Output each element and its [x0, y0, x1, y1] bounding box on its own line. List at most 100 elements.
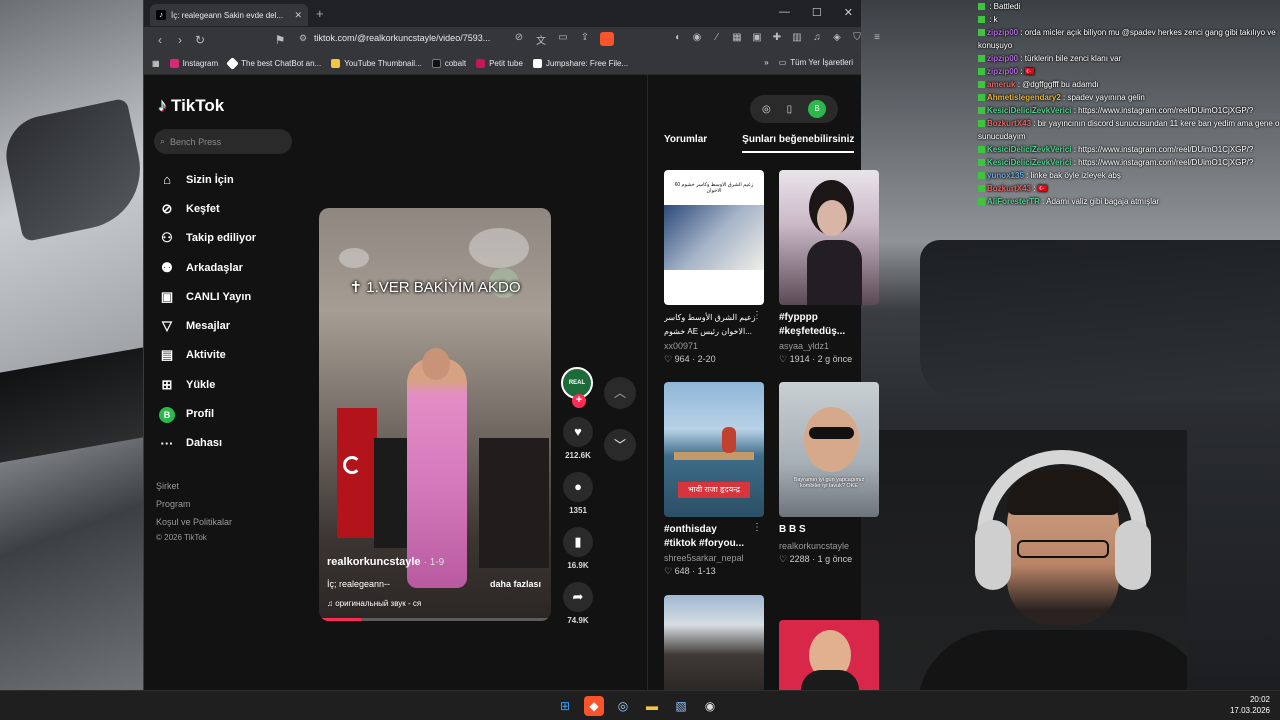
tab-comments[interactable]: Yorumlar: [664, 134, 707, 153]
reload-button[interactable]: ↻: [190, 33, 210, 47]
avatar[interactable]: B: [808, 100, 827, 118]
sidebar-item-for-you[interactable]: ⌂ Sizin İçin: [158, 165, 256, 194]
windows-start-icon[interactable]: ⊞: [555, 696, 575, 716]
video-card[interactable]: #fypppp #keşfetedüş... asyaa_yldz1 ♡ 191…: [779, 170, 879, 365]
background-left: [0, 0, 152, 690]
bookmark-chatbot[interactable]: The best ChatBot an...: [226, 57, 321, 70]
obs-icon[interactable]: ◉: [700, 696, 720, 716]
terms-link[interactable]: Koşul ve Politikalar: [156, 513, 232, 531]
sidebar-item-upload[interactable]: ⊞ Yükle: [158, 370, 256, 399]
video-card[interactable]: [664, 595, 764, 695]
browser-tab[interactable]: ♪ İç: realegeann Sakin evde del... ✕: [150, 4, 308, 26]
cast-icon[interactable]: ▭: [556, 32, 570, 47]
video-card[interactable]: भावी राजा हृदयन्द्र ⋮ #onthisday #tiktok…: [664, 382, 764, 577]
video-thumbnail: زعيم الشرق الاوسط وكاسر خشوم 60 الاخوان: [664, 170, 764, 305]
share-arrow-icon[interactable]: ➦: [563, 582, 593, 612]
site-info-icon[interactable]: ⚙: [299, 33, 307, 44]
friends-icon: ⚉: [161, 259, 173, 275]
comment-icon[interactable]: ●: [563, 472, 593, 502]
chevron-down-icon[interactable]: ﹀: [604, 429, 636, 461]
search-icon: ⌕: [160, 136, 166, 146]
company-link[interactable]: Şirket: [156, 477, 232, 495]
sidebar-item-messages[interactable]: ▽ Mesajlar: [158, 311, 256, 340]
compass-icon[interactable]: ◎: [762, 104, 771, 115]
sidebar-item-live[interactable]: ▣ CANLI Yayın: [158, 282, 256, 311]
bookmark-icon[interactable]: ⚑: [270, 33, 290, 47]
browser-window: ♪ İç: realegeann Sakin evde del... ✕ + —…: [143, 0, 880, 695]
bookmark-instagram[interactable]: Instagram: [169, 59, 218, 68]
reader-icon[interactable]: ⊘: [512, 32, 526, 47]
follow-plus-icon[interactable]: +: [572, 394, 586, 408]
bookmark-cobalt[interactable]: cobalt: [431, 59, 466, 68]
vpn-icon[interactable]: ⛉: [851, 32, 863, 46]
all-bookmarks-folder[interactable]: ▭ Tüm Yer İşaretleri: [779, 58, 853, 67]
extension-icon[interactable]: ◉: [691, 32, 703, 46]
puzzle-icon[interactable]: ✚: [771, 32, 783, 46]
video-author[interactable]: realkorkuncstayle · 1-9: [327, 556, 444, 568]
sidebar-item-explore[interactable]: ⊘ Keşfet: [158, 194, 256, 223]
extension-icon[interactable]: ▣: [751, 32, 763, 46]
more-options-icon[interactable]: ⋮: [752, 522, 762, 533]
phone-icon[interactable]: ▯: [787, 104, 793, 115]
search-input[interactable]: ⌕ Bench Press: [154, 129, 292, 154]
flag: [337, 408, 377, 538]
brave-shields-icon[interactable]: [600, 32, 614, 46]
comment-action[interactable]: ● 1351: [561, 472, 595, 515]
share-action[interactable]: ➦ 74.9K: [561, 582, 595, 625]
share-icon[interactable]: ⇪: [578, 32, 592, 47]
system-clock[interactable]: 20:02 17.03.2026: [1230, 694, 1270, 716]
video-card[interactable]: Bayramın iyi gün yapcagımız kombiler iyi…: [779, 382, 879, 565]
video-player[interactable]: ✝ 1.VER BAKİYİM AKDO realkorkuncstayle ·…: [319, 208, 551, 621]
tab-you-may-like[interactable]: Şunları beğenebilirsiniz: [742, 134, 855, 153]
chat-message: yunox135 : linke bak öyle izleyek abş: [976, 169, 1280, 182]
close-window-button[interactable]: ✕: [844, 6, 853, 19]
video-card[interactable]: زعيم الشرق الاوسط وكاسر خشوم 60 الاخوان …: [664, 170, 764, 365]
wallet-icon[interactable]: ◈: [831, 32, 843, 46]
creator-avatar[interactable]: REAL +: [561, 367, 593, 408]
close-tab-icon[interactable]: ✕: [294, 10, 302, 21]
apps-icon[interactable]: ▦: [152, 59, 160, 68]
extension-icon[interactable]: ▦: [731, 32, 743, 46]
video-progress-bar[interactable]: [319, 618, 551, 621]
sidebar-item-following[interactable]: ⚇ Takip ediliyor: [158, 224, 256, 253]
sidebar-item-more[interactable]: ··· Dahası: [158, 429, 256, 458]
tiktok-logo[interactable]: ♪ TikTok: [158, 95, 224, 116]
menu-icon[interactable]: ≡: [871, 32, 883, 46]
petit-tube-icon: [476, 59, 486, 68]
address-bar[interactable]: tiktok.com/@realkorkuncstayle/video/7593…: [314, 33, 490, 43]
video-actions: REAL + ♥ 212.6K ● 1351 ▮ 16.9K ➦ 74.9K: [561, 367, 595, 625]
like-action[interactable]: ♥ 212.6K: [561, 417, 595, 460]
file-explorer-icon[interactable]: ▬: [642, 696, 662, 716]
bookmark-youtube-thumbnail[interactable]: YouTube Thumbnail...: [331, 59, 422, 68]
user-follow-icon: ⚇: [161, 230, 173, 246]
new-tab-button[interactable]: +: [316, 6, 324, 21]
translate-icon[interactable]: 文: [534, 32, 548, 47]
minimize-button[interactable]: —: [779, 6, 790, 19]
more-options-icon[interactable]: ⋮: [752, 310, 762, 321]
back-button[interactable]: ‹: [150, 33, 170, 47]
save-action[interactable]: ▮ 16.9K: [561, 527, 595, 570]
sidebar-item-friends[interactable]: ⚉ Arkadaşlar: [158, 253, 256, 282]
audio-icon[interactable]: ◖: [671, 32, 683, 46]
sidebar-icon[interactable]: ▥: [791, 32, 803, 46]
steam-icon[interactable]: ◎: [613, 696, 633, 716]
forward-button[interactable]: ›: [170, 33, 190, 47]
extension-icon[interactable]: ⁄: [711, 32, 723, 46]
more-bookmarks-icon[interactable]: »: [764, 58, 768, 67]
see-more-link[interactable]: daha fazlası: [490, 579, 541, 589]
bookmark-icon[interactable]: ▮: [563, 527, 593, 557]
sidebar-item-activity[interactable]: ▤ Aktivite: [158, 341, 256, 370]
sidebar-item-profile[interactable]: B Profil: [158, 399, 256, 428]
program-link[interactable]: Program: [156, 495, 232, 513]
brave-browser-icon[interactable]: ◆: [584, 696, 604, 716]
heart-icon[interactable]: ♥: [563, 417, 593, 447]
photos-icon[interactable]: ▧: [671, 696, 691, 716]
video-sound[interactable]: ♫ оригинальный звук - ся: [327, 599, 421, 608]
video-thumbnail: [664, 595, 764, 695]
maximize-button[interactable]: ☐: [812, 6, 822, 19]
chevron-up-icon[interactable]: ︿: [604, 377, 636, 409]
video-card[interactable]: [779, 620, 879, 695]
bookmark-jumpshare[interactable]: Jumpshare: Free File...: [532, 59, 628, 68]
music-icon[interactable]: ♫: [811, 32, 823, 46]
bookmark-petit-tube[interactable]: Petit tube: [476, 59, 523, 68]
